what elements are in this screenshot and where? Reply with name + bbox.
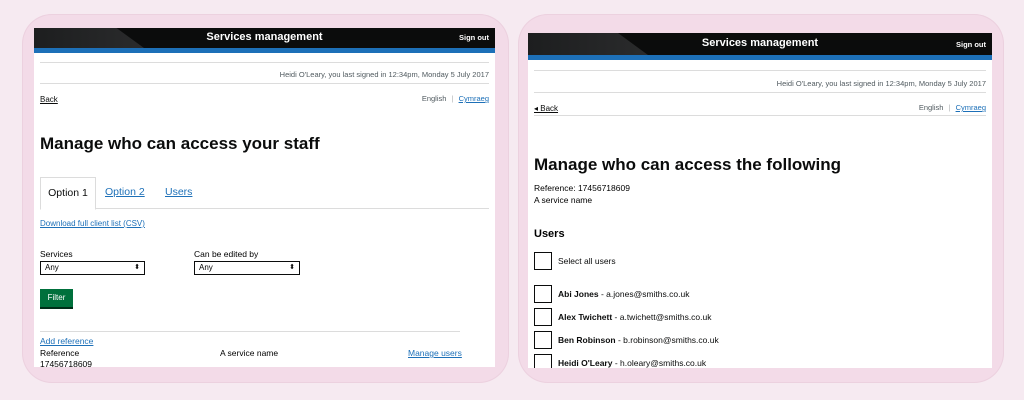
user-email: - b.robinson@smiths.co.uk — [615, 335, 719, 345]
user-label: Heidi O'Leary - h.oleary@smiths.co.uk — [558, 358, 706, 368]
lang-separator: | — [451, 94, 454, 103]
filter-button[interactable]: Filter — [40, 289, 73, 307]
lang-separator: | — [948, 103, 951, 112]
signin-note: Heidi O'Leary, you last signed in 12:34p… — [776, 79, 986, 88]
device-frame-left: Services management Sign out Heidi O'Lea… — [22, 14, 509, 383]
tab-list: Option 1 Option 2 Users — [40, 177, 489, 210]
page-title: Manage who can access the following — [534, 155, 842, 174]
user-checkbox[interactable] — [534, 308, 552, 326]
user-checkbox[interactable] — [534, 285, 552, 303]
header-bar: Services management Sign out — [528, 33, 992, 55]
user-email: - h.oleary@smiths.co.uk — [612, 358, 707, 368]
divider — [534, 70, 986, 71]
service-name: A service name — [534, 195, 593, 205]
device-frame-right: Services management Sign out Heidi O'Lea… — [518, 14, 1004, 383]
header-blue-bar — [528, 55, 992, 60]
divider — [534, 92, 986, 93]
divider — [40, 331, 460, 332]
header-blue-bar — [34, 48, 495, 53]
sign-out-link[interactable]: Sign out — [459, 33, 489, 42]
user-name: Alex Twichett — [558, 312, 613, 322]
edited-by-select[interactable]: Any ⬍ — [194, 261, 300, 275]
lang-welsh-link[interactable]: Cymraeg — [459, 94, 489, 103]
edited-by-select-value: Any — [199, 263, 213, 272]
screen-left: Services management Sign out Heidi O'Lea… — [34, 28, 495, 367]
users-heading: Users — [534, 228, 565, 240]
tab-users[interactable]: Users — [165, 177, 192, 208]
page-title: Manage who can access your staff — [40, 134, 320, 153]
user-label: Abi Jones - a.jones@smiths.co.uk — [558, 289, 689, 299]
user-email: - a.jones@smiths.co.uk — [598, 289, 690, 299]
user-name: Ben Robinson — [558, 335, 616, 345]
header-title: Services management — [206, 31, 323, 43]
select-all-label: Select all users — [558, 256, 616, 266]
add-reference-link[interactable]: Add reference — [40, 336, 93, 346]
back-link[interactable]: ◂ Back — [534, 104, 558, 113]
download-csv-link[interactable]: Download full client list (CSV) — [40, 219, 145, 228]
back-link[interactable]: Back — [40, 95, 58, 104]
edited-by-label: Can be edited by — [194, 249, 259, 259]
reference-label: Reference — [40, 348, 80, 358]
select-all-checkbox[interactable] — [534, 252, 552, 270]
select-arrows-icon: ⬍ — [289, 264, 295, 271]
user-label: Ben Robinson - b.robinson@smiths.co.uk — [558, 335, 719, 345]
reference-value: 17456718609 — [40, 359, 93, 367]
user-name: Abi Jones — [558, 289, 599, 299]
user-label: Alex Twichett - a.twichett@smiths.co.uk — [558, 312, 712, 322]
lang-welsh-link[interactable]: Cymraeg — [956, 103, 986, 112]
user-name: Heidi O'Leary — [558, 358, 613, 368]
tab-option-1[interactable]: Option 1 — [40, 177, 96, 210]
reference-text: Reference: 17456718609 — [534, 183, 630, 193]
language-switcher: English | Cymraeg — [422, 94, 489, 103]
header-title: Services management — [701, 37, 819, 49]
user-checkbox[interactable] — [534, 331, 552, 349]
user-checkbox[interactable] — [534, 354, 552, 368]
signin-note: Heidi O'Leary, you last signed in 12:34p… — [279, 70, 489, 79]
divider — [534, 115, 986, 116]
divider — [40, 62, 489, 63]
services-select-value: Any — [45, 263, 59, 272]
screen-right: Services management Sign out Heidi O'Lea… — [528, 33, 992, 368]
language-switcher: English | Cymraeg — [919, 103, 986, 112]
service-name: A service name — [220, 348, 279, 358]
sign-out-link[interactable]: Sign out — [956, 40, 986, 49]
select-arrows-icon: ⬍ — [134, 264, 140, 271]
lang-english: English — [918, 103, 944, 112]
manage-users-link[interactable]: Manage users — [408, 348, 462, 358]
lang-english: English — [421, 94, 447, 103]
services-label: Services — [40, 249, 73, 259]
divider — [40, 83, 489, 84]
tab-option-2[interactable]: Option 2 — [105, 177, 145, 208]
services-select[interactable]: Any ⬍ — [40, 261, 145, 275]
header-bar: Services management Sign out — [34, 28, 495, 48]
user-email: - a.twichett@smiths.co.uk — [612, 312, 712, 322]
